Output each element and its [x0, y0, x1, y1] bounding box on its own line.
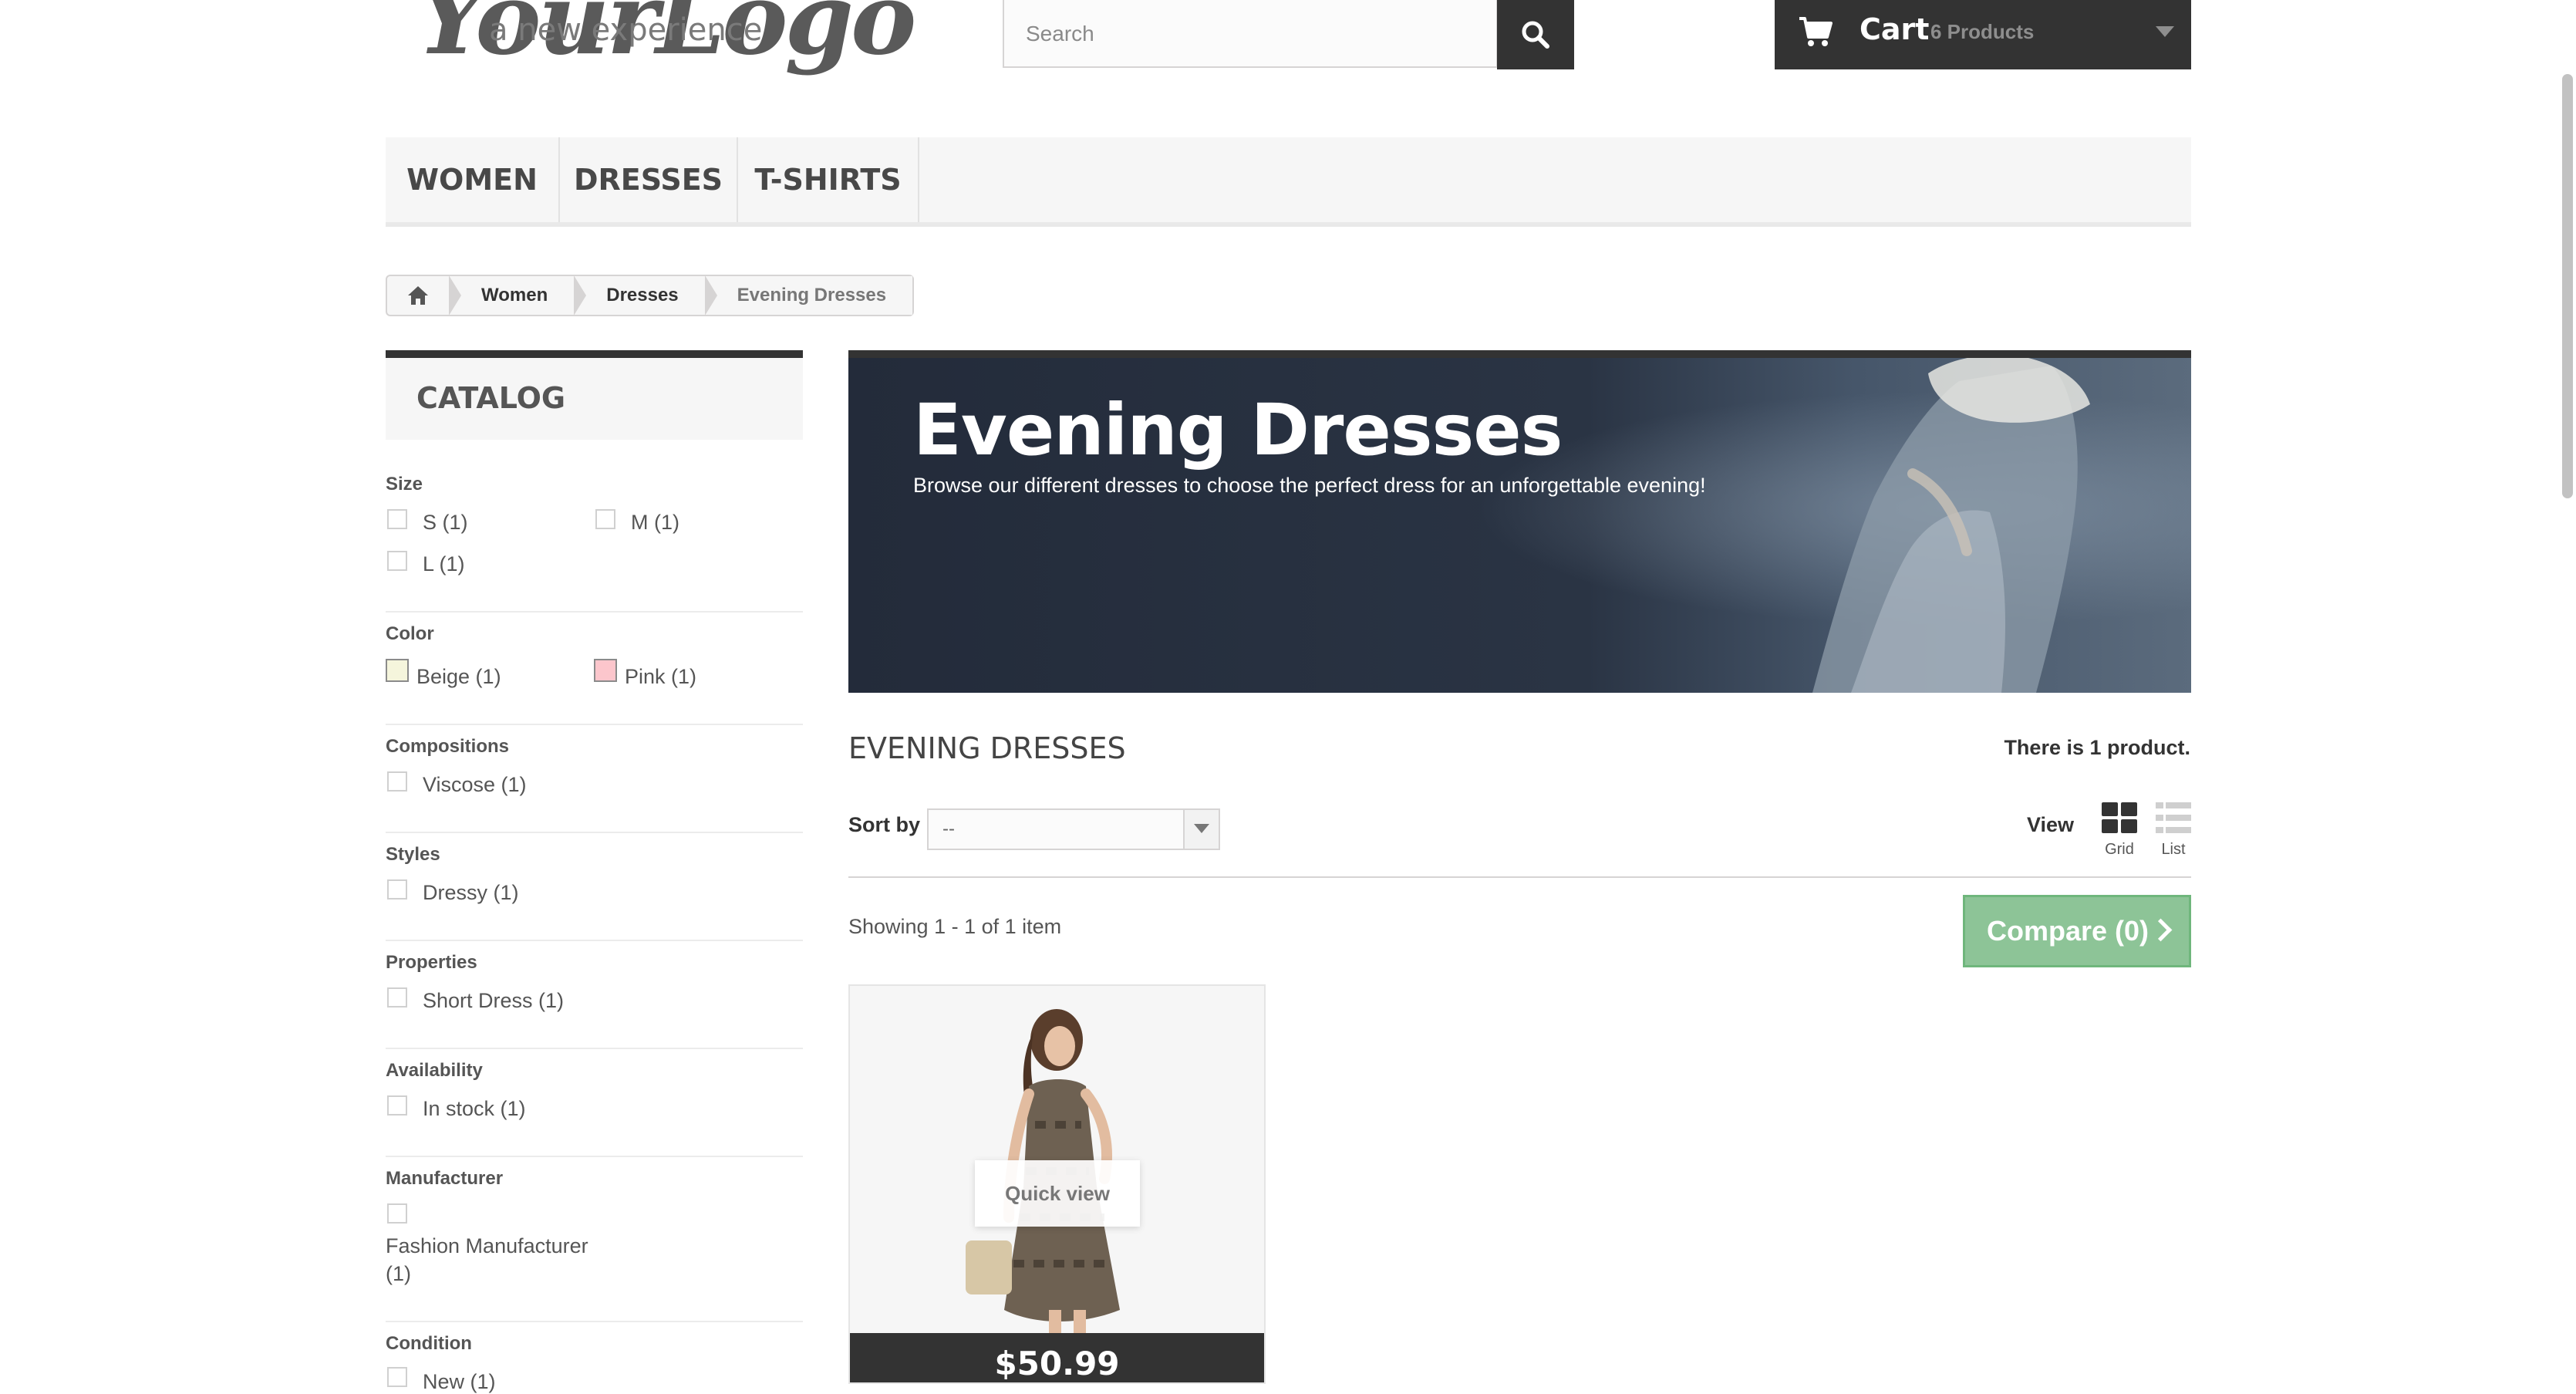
filter-option-dressy[interactable]: Dressy (1) [423, 881, 519, 905]
compare-button[interactable]: Compare (0) [1963, 895, 2191, 967]
filter-title-condition: Condition [386, 1333, 472, 1354]
view-list-button[interactable]: List [2152, 802, 2195, 864]
filter-checkbox-size-m[interactable] [595, 509, 615, 529]
filter-title-size: Size [386, 474, 423, 494]
filter-option-fashion-manufacturer[interactable]: Fashion Manufacturer [386, 1234, 588, 1258]
cart-button[interactable]: Cart 6 Products [1775, 0, 2191, 69]
chevron-right-icon [2149, 918, 2173, 942]
filter-option-short-dress[interactable]: Short Dress (1) [423, 989, 564, 1013]
sort-arrow-box[interactable] [1183, 810, 1219, 849]
product-count: There is 1 product. [2004, 736, 2190, 759]
breadcrumb-separator [574, 275, 587, 316]
category-banner: Evening Dresses Browse our different dre… [848, 350, 2191, 693]
filter-checkbox-in-stock[interactable] [387, 1095, 407, 1116]
grid-icon [2102, 802, 2137, 833]
cart-icon [1799, 17, 1833, 46]
product-price: $50.99 [850, 1333, 1264, 1382]
cart-label: Cart [1860, 12, 1930, 46]
breadcrumb-women[interactable]: Women [461, 276, 575, 315]
view-grid-label: Grid [2105, 841, 2134, 858]
filter-title-availability: Availability [386, 1060, 483, 1081]
filter-option-fashion-manufacturer-count[interactable]: (1) [386, 1262, 411, 1286]
logo-tagline: a new experience [489, 12, 763, 48]
filter-checkbox-size-s[interactable] [387, 509, 407, 529]
filter-option-viscose[interactable]: Viscose (1) [423, 773, 527, 797]
cart-count: 6 Products [1930, 20, 2035, 43]
breadcrumb-separator [704, 275, 717, 316]
filter-checkbox-size-l[interactable] [387, 551, 407, 571]
filter-divider [386, 1156, 803, 1157]
filter-divider [386, 611, 803, 613]
banner-title: Evening Dresses [913, 389, 1563, 471]
filter-option-size-l[interactable]: L (1) [423, 552, 465, 576]
filter-checkbox-short-dress[interactable] [387, 987, 407, 1008]
filter-option-color-beige[interactable]: Beige (1) [416, 665, 501, 689]
compare-label: Compare (0) [1987, 915, 2149, 947]
category-name: EVENING DRESSES [848, 731, 1126, 765]
menu-item-dresses[interactable]: DRESSES [560, 137, 738, 222]
menu-item-women[interactable]: WOMEN [386, 137, 560, 222]
home-icon [408, 286, 428, 305]
showing-count: Showing 1 - 1 of 1 item [848, 915, 1062, 938]
scrollbar-thumb[interactable] [2562, 74, 2573, 498]
breadcrumb-current: Evening Dresses [716, 276, 913, 315]
list-icon [2156, 802, 2191, 833]
site-logo[interactable]: YourLogo a new experience [416, 0, 916, 85]
filter-checkbox-viscose[interactable] [387, 771, 407, 792]
filter-divider [386, 1321, 803, 1322]
color-swatch-beige[interactable] [386, 659, 409, 682]
filter-divider [386, 940, 803, 941]
search-button[interactable] [1497, 0, 1574, 69]
breadcrumb-dresses[interactable]: Dresses [586, 276, 705, 315]
catalog-header: CATALOG [386, 350, 803, 440]
filter-option-size-m[interactable]: M (1) [631, 511, 679, 535]
content-divider [848, 876, 2191, 878]
view-list-label: List [2161, 841, 2186, 858]
search-icon [1522, 21, 1549, 49]
breadcrumb-home[interactable] [387, 276, 449, 315]
menu-item-t-shirts[interactable]: T-SHIRTS [738, 137, 919, 222]
sort-label: Sort by [848, 813, 921, 836]
filter-option-size-s[interactable]: S (1) [423, 511, 468, 535]
filter-divider [386, 832, 803, 833]
color-swatch-pink[interactable] [594, 659, 617, 682]
banner-description: Browse our different dresses to choose t… [913, 474, 1706, 497]
filter-option-in-stock[interactable]: In stock (1) [423, 1097, 526, 1121]
sort-value: -- [942, 819, 955, 839]
filter-title-properties: Properties [386, 952, 477, 973]
top-menu: WOMEN DRESSES T-SHIRTS [386, 137, 2191, 227]
view-grid-button[interactable]: Grid [2098, 802, 2141, 864]
filter-title-color: Color [386, 623, 434, 644]
filter-divider [386, 1048, 803, 1049]
filter-divider [386, 724, 803, 725]
filter-checkbox-dressy[interactable] [387, 879, 407, 900]
filter-title-manufacturer: Manufacturer [386, 1168, 504, 1189]
view-label: View [2027, 813, 2075, 836]
breadcrumb-separator [449, 275, 461, 316]
chevron-down-icon [1194, 824, 1209, 833]
search-input[interactable]: Search [1003, 0, 1498, 68]
filter-checkbox-new[interactable] [387, 1367, 407, 1387]
filter-title-styles: Styles [386, 844, 440, 865]
chevron-down-icon[interactable] [2156, 26, 2174, 37]
filter-option-color-pink[interactable]: Pink (1) [625, 665, 696, 689]
sort-select[interactable]: -- [927, 808, 1220, 850]
quick-view-button[interactable]: Quick view [975, 1160, 1140, 1227]
filter-checkbox-fashion-manufacturer[interactable] [387, 1203, 407, 1224]
filter-title-compositions: Compositions [386, 736, 509, 757]
catalog-title: CATALOG [416, 381, 566, 415]
product-image[interactable] [850, 986, 1264, 1333]
filter-option-new[interactable]: New (1) [423, 1370, 496, 1394]
product-card[interactable]: Quick view $50.99 [848, 984, 1266, 1384]
breadcrumb: Women Dresses Evening Dresses [386, 275, 915, 316]
